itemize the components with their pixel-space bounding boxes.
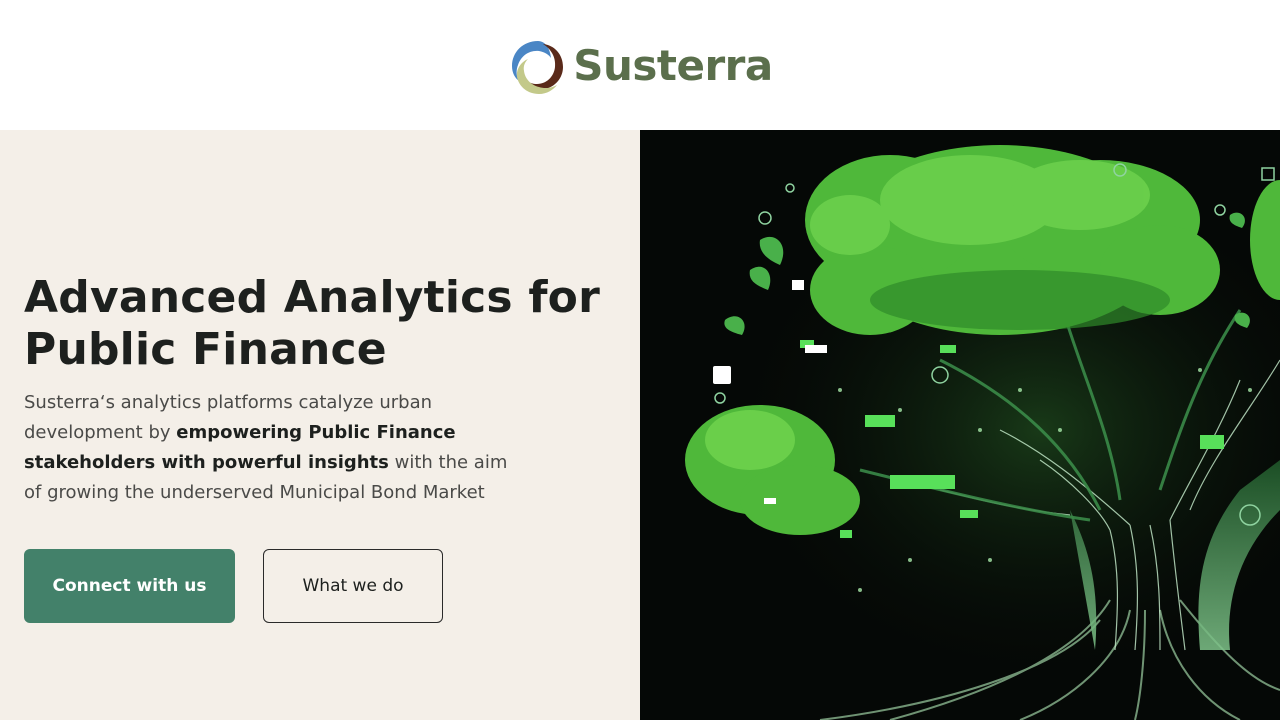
digital-circuit-tree-image [640,130,1280,720]
connect-with-us-button[interactable]: Connect with us [24,549,235,623]
hero-title-line-2: Public Finance [24,324,387,375]
hero-title-line-1: Advanced Analytics for [24,272,600,323]
hero-image [640,130,1280,720]
brand-logo[interactable]: Susterra [509,37,773,95]
hero-title: Advanced Analytics for Public Finance [24,272,624,376]
hero-text-panel: Advanced Analytics for Public Finance Su… [0,130,640,720]
site-header: Susterra [0,0,1280,130]
hero-description: Susterra‘s analytics platforms catalyze … [24,388,524,508]
brand-name: Susterra [573,41,773,90]
what-we-do-button[interactable]: What we do [263,549,443,623]
swirl-logo-icon [512,41,564,94]
